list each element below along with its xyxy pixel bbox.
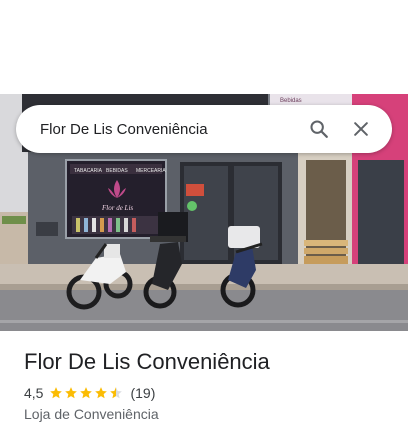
rating-value: 4,5 [24,385,44,401]
rating-stars [49,386,124,400]
search-input[interactable]: Flor De Lis Conveniência [40,121,302,138]
star-icon [95,387,108,399]
window-brand-text: Flor de Lis [101,204,133,212]
close-icon [354,122,368,136]
map-top-area [0,0,408,94]
rating-row[interactable]: 4,5 (19) [24,384,394,402]
right-sign-text: Bebidas [280,98,302,104]
star-icon [110,387,123,399]
place-title[interactable]: Flor De Lis Conveniência [24,348,394,376]
search-icon [310,120,328,138]
review-count[interactable]: (19) [130,385,155,401]
place-info: Flor De Lis Conveniência 4,5 (19) Loja d… [24,348,394,422]
sign-tabacaria: TABACARIA [74,168,103,174]
star-icon [65,387,78,399]
close-button[interactable] [344,112,378,146]
place-category: Loja de Conveniência [24,406,159,422]
sign-mercearia: MERCEARIA [136,168,166,174]
search-bar[interactable]: Flor De Lis Conveniência [16,105,392,153]
star-icon [80,387,93,399]
search-button[interactable] [302,112,336,146]
sign-bebidas: BEBIDAS [106,168,128,174]
star-icon [50,387,63,399]
